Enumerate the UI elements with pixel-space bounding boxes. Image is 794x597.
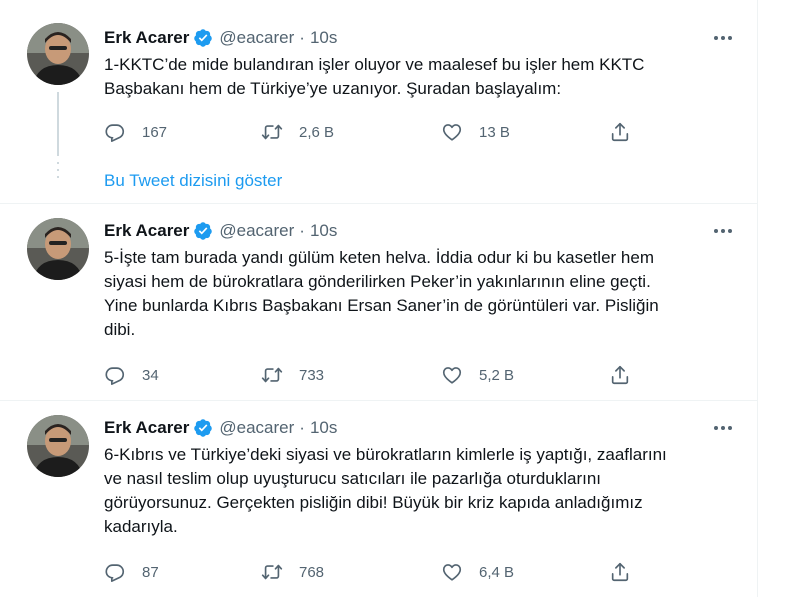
- retweet-icon: [261, 564, 283, 580]
- reply-count: 167: [142, 123, 168, 141]
- tweet-header: Erk Acarer @eacarer · 10s: [104, 27, 337, 49]
- more-icon[interactable]: [711, 28, 735, 48]
- like-button[interactable]: 6,4 B: [441, 560, 514, 584]
- tweet-actions: 167 2,6 B 13 B: [104, 120, 644, 144]
- reply-button[interactable]: 34: [104, 363, 159, 387]
- heart-icon: [442, 124, 462, 141]
- avatar[interactable]: [27, 218, 89, 280]
- tweet-actions: 87 768 6,4 B: [104, 560, 644, 584]
- thread-gap-dots: [57, 162, 59, 183]
- retweet-button[interactable]: 768: [261, 560, 324, 584]
- divider: [0, 400, 758, 401]
- like-button[interactable]: 13 B: [441, 120, 510, 144]
- share-icon: [611, 122, 629, 142]
- tweet-text: 5-İşte tam burada yandı gülüm keten helv…: [104, 248, 659, 339]
- reply-count: 87: [142, 563, 159, 581]
- share-button[interactable]: [609, 120, 631, 144]
- share-button[interactable]: [609, 363, 631, 387]
- retweet-button[interactable]: 733: [261, 363, 324, 387]
- heart-icon: [442, 564, 462, 581]
- divider: [0, 203, 758, 204]
- timestamp[interactable]: 10s: [310, 418, 337, 438]
- author-handle[interactable]: @eacarer: [219, 221, 294, 241]
- reply-icon: [105, 564, 125, 582]
- retweet-count: 2,6 B: [299, 123, 335, 141]
- like-button[interactable]: 5,2 B: [441, 363, 514, 387]
- author-name[interactable]: Erk Acarer: [104, 221, 189, 241]
- heart-icon: [442, 367, 462, 384]
- author-name[interactable]: Erk Acarer: [104, 28, 189, 48]
- share-button[interactable]: [609, 560, 631, 584]
- like-count: 6,4 B: [479, 563, 515, 581]
- timestamp[interactable]: 10s: [310, 221, 337, 241]
- verified-badge-icon: [193, 28, 213, 48]
- avatar[interactable]: [27, 23, 89, 85]
- author-handle[interactable]: @eacarer: [219, 418, 294, 438]
- tweet-header: Erk Acarer @eacarer · 10s: [104, 220, 337, 242]
- separator: ·: [299, 418, 305, 437]
- thread-line: [57, 92, 59, 156]
- author-name[interactable]: Erk Acarer: [104, 418, 189, 438]
- separator: ·: [299, 28, 305, 47]
- timestamp[interactable]: 10s: [310, 28, 337, 48]
- avatar[interactable]: [27, 415, 89, 477]
- retweet-count: 733: [299, 366, 325, 384]
- verified-badge-icon: [193, 221, 213, 241]
- retweet-icon: [261, 124, 283, 140]
- timeline: Erk Acarer @eacarer · 10s 1-KKTC’de mide…: [0, 0, 758, 597]
- more-icon[interactable]: [711, 221, 735, 241]
- verified-badge-icon: [193, 418, 213, 438]
- tweet-header: Erk Acarer @eacarer · 10s: [104, 417, 337, 439]
- separator: ·: [299, 221, 305, 240]
- reply-icon: [105, 124, 125, 142]
- share-icon: [611, 562, 629, 582]
- retweet-count: 768: [299, 563, 325, 581]
- reply-count: 34: [142, 366, 159, 384]
- reply-icon: [105, 367, 125, 385]
- author-handle[interactable]: @eacarer: [219, 28, 294, 48]
- tweet-actions: 34 733 5,2 B: [104, 363, 644, 387]
- reply-button[interactable]: 87: [104, 560, 159, 584]
- more-icon[interactable]: [711, 418, 735, 438]
- retweet-button[interactable]: 2,6 B: [261, 120, 334, 144]
- like-count: 5,2 B: [479, 366, 515, 384]
- tweet-text: 6-Kıbrıs ve Türkiye’deki siyasi ve bürok…: [104, 445, 667, 536]
- like-count: 13 B: [479, 123, 510, 141]
- share-icon: [611, 365, 629, 385]
- tweet-text: 1-KKTC’de mide bulandıran işler oluyor v…: [104, 55, 645, 98]
- show-thread-link[interactable]: Bu Tweet dizisini göster: [104, 171, 282, 191]
- reply-button[interactable]: 167: [104, 120, 167, 144]
- retweet-icon: [261, 367, 283, 383]
